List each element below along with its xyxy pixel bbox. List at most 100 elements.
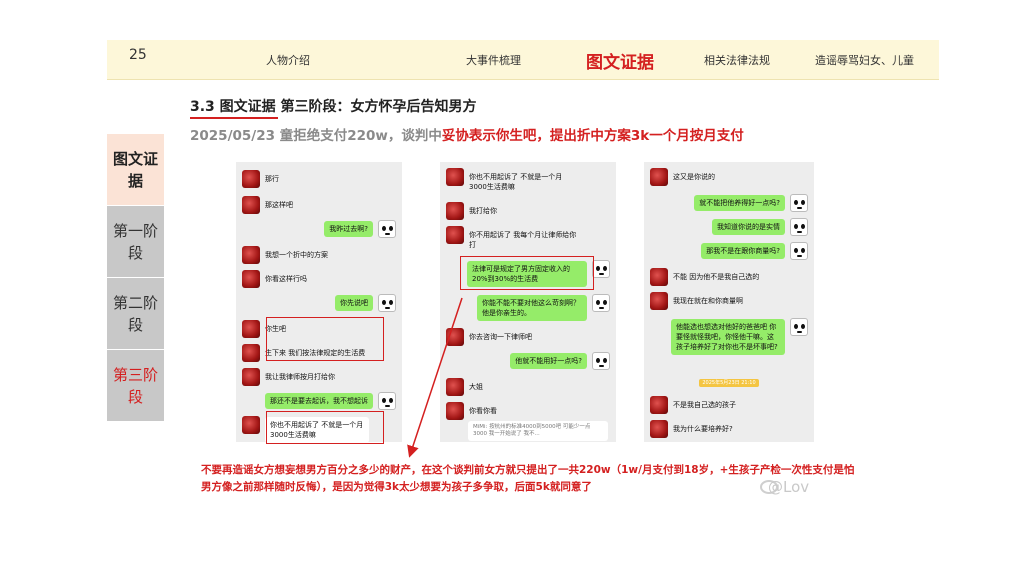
title-underline	[190, 117, 278, 119]
chat-message: 我知道你说的是实情	[707, 218, 808, 236]
highlight-box-3000	[266, 411, 384, 444]
chat-message: 我现在就在和你商量啊	[650, 292, 753, 310]
message-text: 那这样吧	[265, 201, 293, 209]
message-text: 我打给你	[469, 207, 497, 215]
avatar	[242, 368, 260, 386]
message-text: 你也不用起诉了 不就是一个月3000生活费嘛	[469, 173, 563, 191]
chat-message: 大姐	[446, 378, 493, 396]
watermark: @Lov	[768, 478, 810, 496]
side-item-stage-1[interactable]: 第一阶段	[107, 206, 164, 277]
chat-message: 你先说吧	[330, 294, 396, 312]
avatar	[242, 344, 260, 362]
avatar	[446, 402, 464, 420]
highlight-box-law	[460, 256, 594, 290]
message-text: 他能选也想选对他好的爸爸吧 你要怪就怪我吧，你怪他干嘛。这孩子培养好了对你也不是…	[671, 319, 785, 355]
chat-message: 我为什么要培养好?	[650, 420, 743, 438]
chat-message: 你去咨询一下律师吧	[446, 328, 542, 346]
tab-events-timeline[interactable]: 大事件梳理	[466, 52, 521, 68]
avatar	[790, 218, 808, 236]
chat-message: 他能选也想选对他好的爸爸吧 你要怪就怪我吧，你怪他干嘛。这孩子培养好了对你也不是…	[666, 318, 808, 355]
chat-message: 我打给你	[446, 202, 507, 220]
avatar	[790, 194, 808, 212]
message-text: 那还不是要去起诉，我不想起诉	[265, 393, 373, 409]
slide-title: 3.3 图文证据 第三阶段：女方怀孕后告知男方	[190, 99, 477, 115]
avatar	[242, 196, 260, 214]
message-text: 你看你看	[469, 407, 497, 415]
chat-screenshot-1: 那行 那这样吧 我昨过去啊? 我想一个折中的方案 你看这样行吗 你先说吧 你生吧…	[236, 162, 402, 442]
message-text: 这又是你说的	[673, 173, 715, 181]
chat-message: 你看你看	[446, 402, 507, 420]
chat-message: 不是我自己选的孩子	[650, 396, 746, 414]
avatar	[592, 260, 610, 278]
avatar	[446, 202, 464, 220]
side-item-stage-3[interactable]: 第三阶段	[107, 350, 164, 421]
chat-message: 那还不是要去起诉，我不想起诉	[260, 392, 396, 410]
chat-message: 那这样吧	[242, 196, 303, 214]
chat-message: 你不用起诉了 我每个月让律师给你打	[446, 226, 592, 253]
message-text: 我想一个折中的方案	[265, 251, 328, 259]
page-number: 25	[129, 47, 147, 63]
avatar	[378, 220, 396, 238]
message-text: 我昨过去啊?	[324, 221, 373, 237]
message-text: 你能不能不要对他这么苛刻啊？他是你亲生的。	[477, 295, 587, 321]
message-text: 我知道你说的是实情	[712, 219, 785, 235]
avatar	[650, 292, 668, 310]
highlight-box-offer	[266, 317, 384, 361]
message-text: 你看这样行吗	[265, 275, 307, 283]
side-item-evidence[interactable]: 图文证据	[107, 134, 164, 205]
slide-subtitle: 2025/05/23 童拒绝支付220w，谈判中妥协表示你生吧，提出折中方案3k…	[190, 124, 744, 144]
tab-evidence[interactable]: 图文证据	[586, 48, 654, 73]
message-text: 我现在就在和你商量啊	[673, 297, 743, 305]
chat-message: 他就不能用好一点吗?	[505, 352, 610, 370]
avatar	[790, 318, 808, 336]
top-nav-bar: 25 人物介绍 大事件梳理 图文证据 相关法律法规 造谣辱骂妇女、儿童	[107, 40, 939, 80]
chat-message: 我昨过去啊?	[319, 220, 396, 238]
avatar	[242, 246, 260, 264]
tab-laws[interactable]: 相关法律法规	[704, 52, 770, 68]
tab-people-intro[interactable]: 人物介绍	[266, 52, 310, 68]
avatar	[446, 168, 464, 186]
message-text: 那我不是在跟你商量吗?	[701, 243, 785, 259]
chat-message: 不能 因为他不是我自己选的	[650, 268, 769, 286]
chat-message: 我想一个折中的方案	[242, 246, 338, 264]
avatar	[650, 420, 668, 438]
avatar	[378, 392, 396, 410]
side-nav: 图文证据 第一阶段 第二阶段 第三阶段	[107, 134, 164, 422]
tab-defamation[interactable]: 造谣辱骂妇女、儿童	[815, 52, 914, 68]
quoted-message: MiMi: 按杭州的标准4000到5000吧 可能少一点3000 我一开始说了 …	[446, 420, 613, 441]
avatar	[242, 320, 260, 338]
avatar	[446, 226, 464, 244]
avatar	[446, 378, 464, 396]
chat-message: 你也不用起诉了 不就是一个月3000生活费嘛	[446, 168, 584, 195]
message-text: 我为什么要培养好?	[673, 425, 733, 433]
subtitle-date-part: 2025/05/23 童拒绝支付220w，谈判中	[190, 128, 442, 144]
avatar	[650, 396, 668, 414]
avatar	[650, 268, 668, 286]
avatar	[592, 294, 610, 312]
chat-message: 你能不能不要对他这么苛刻啊？他是你亲生的。	[472, 294, 610, 321]
avatar	[790, 242, 808, 260]
message-text: 他就不能用好一点吗?	[510, 353, 587, 369]
message-text: 不是我自己选的孩子	[673, 401, 736, 409]
avatar	[650, 168, 668, 186]
bottom-note: 不要再造谣女方想妄想男方百分之多少的财产，在这个谈判前女方就只提出了一共220w…	[201, 464, 855, 493]
avatar	[378, 294, 396, 312]
chat-screenshot-2: 你也不用起诉了 不就是一个月3000生活费嘛 我打给你 你不用起诉了 我每个月让…	[440, 162, 616, 442]
message-text: 那行	[265, 175, 279, 183]
message-text: 你先说吧	[335, 295, 373, 311]
side-item-stage-2[interactable]: 第二阶段	[107, 278, 164, 349]
chat-message: 那行	[242, 170, 289, 188]
avatar	[242, 416, 260, 434]
subtitle-highlight-part: 妥协表示你生吧，提出折中方案3k一个月按月支付	[441, 128, 744, 144]
message-text: 你不用起诉了 我每个月让律师给你打	[469, 231, 577, 249]
message-text: 不能 因为他不是我自己选的	[673, 273, 760, 281]
message-text: 你去咨询一下律师吧	[469, 333, 532, 341]
avatar	[446, 328, 464, 346]
chat-screenshot-3: 这又是你说的 就不能把他养得好一点吗? 我知道你说的是实情 那我不是在跟你商量吗…	[644, 162, 814, 442]
chat-message: 那我不是在跟你商量吗?	[696, 242, 808, 260]
chat-timestamp: 2025年5月23日 21:10	[699, 379, 759, 387]
chat-message: 就不能把他养得好一点吗?	[689, 194, 808, 212]
chat-message: 我让我律师按月打给你	[242, 368, 345, 386]
chat-message: 这又是你说的	[650, 168, 725, 186]
chat-message: 你看这样行吗	[242, 270, 317, 288]
